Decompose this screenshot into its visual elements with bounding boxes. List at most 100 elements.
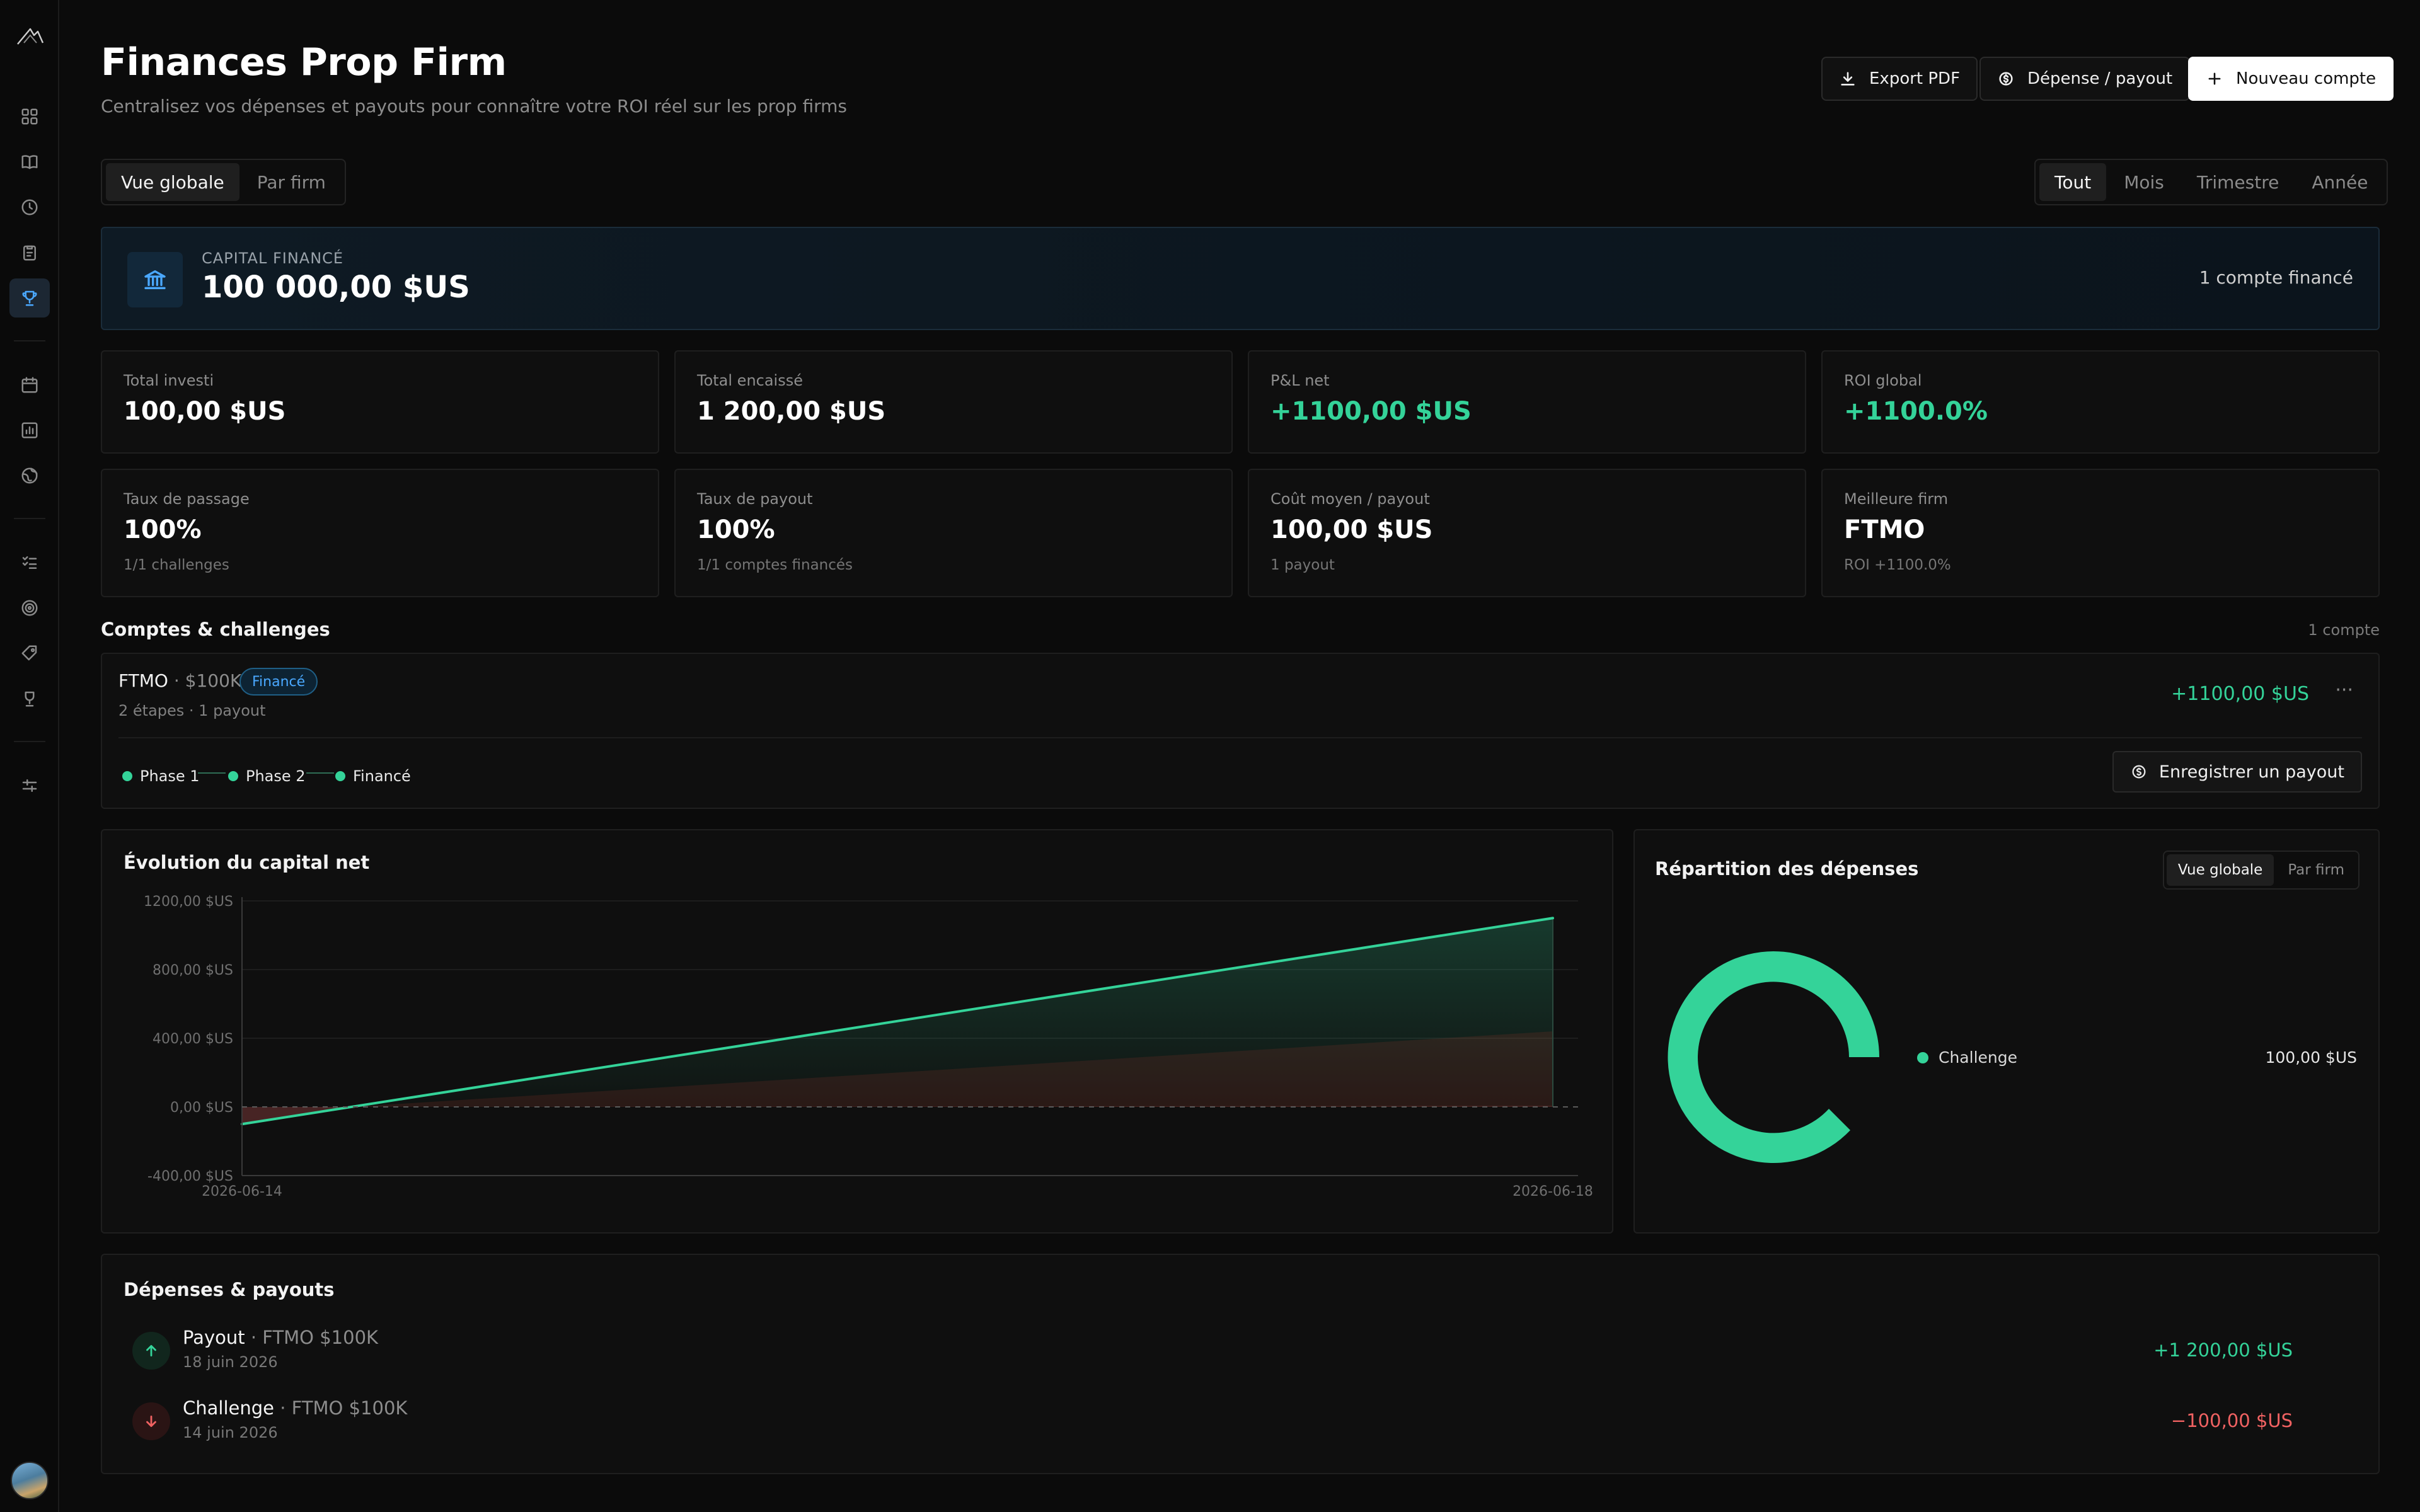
stat-global-roi: ROI global +1100.0%	[1821, 350, 2380, 454]
tab-global-view[interactable]: Vue globale	[106, 163, 239, 201]
account-card[interactable]: FTMO · $100K Financé 2 étapes · 1 payout…	[101, 653, 2380, 809]
phase-label: Financé	[353, 767, 411, 785]
tab-period-all[interactable]: Tout	[2039, 163, 2107, 201]
target-icon	[21, 600, 38, 616]
transaction-date: 14 juin 2026	[183, 1424, 278, 1441]
sidebar-item-analytics[interactable]	[9, 411, 50, 450]
tab-period-year[interactable]: Année	[2296, 163, 2383, 201]
export-pdf-label: Export PDF	[1869, 69, 1961, 88]
transaction-title: Payout · FTMO $100K	[183, 1327, 378, 1348]
transaction-account: · FTMO $100K	[274, 1397, 408, 1419]
sidebar-item-history[interactable]	[9, 188, 50, 227]
bar-chart-icon	[21, 422, 38, 438]
period-toggle: Tout Mois Trimestre Année	[2034, 159, 2388, 205]
tab-by-firm[interactable]: Par firm	[242, 163, 341, 201]
sidebar-item-markets[interactable]	[9, 456, 50, 495]
transaction-title: Challenge · FTMO $100K	[183, 1397, 407, 1419]
sidebar-divider	[14, 518, 45, 519]
funded-count: 1 compte financé	[2199, 267, 2353, 288]
stat-sub: ROI +1100.0%	[1844, 557, 1951, 573]
payout-in-icon	[132, 1332, 170, 1370]
new-account-button[interactable]: Nouveau compte	[2188, 57, 2394, 101]
legend-value: 100,00 $US	[2265, 1048, 2358, 1067]
sidebar-item-calendar[interactable]	[9, 365, 50, 404]
book-icon	[21, 155, 38, 169]
stat-value: 100%	[697, 515, 775, 544]
more-options-button[interactable]: ···	[2335, 679, 2353, 701]
tag-icon	[21, 645, 37, 661]
grid-icon	[21, 108, 38, 125]
capital-label: CAPITAL FINANCÉ	[202, 249, 344, 267]
legend-dot	[1917, 1051, 1928, 1063]
sidebar-item-journal[interactable]	[9, 142, 50, 181]
donut-chart	[1668, 951, 1879, 1163]
y-tick-label: -400,00 $US	[147, 1169, 233, 1184]
stat-avg-cost-per-payout: Coût moyen / payout 100,00 $US 1 payout	[1248, 469, 1806, 597]
clipboard-icon	[23, 245, 36, 261]
stat-net-pnl: P&L net +1100,00 $US	[1248, 350, 1806, 454]
sidebar-item-goals[interactable]	[9, 588, 50, 627]
stat-value: 100,00 $US	[1270, 515, 1433, 544]
record-payout-button[interactable]: Enregistrer un payout	[2112, 751, 2362, 793]
stat-label: Coût moyen / payout	[1270, 490, 1430, 508]
stat-sub: 1/1 challenges	[124, 557, 229, 573]
status-badge: Financé	[239, 668, 318, 696]
y-tick-label: 400,00 $US	[153, 1031, 233, 1047]
stat-sub: 1 payout	[1270, 557, 1335, 573]
phase-connector	[198, 772, 226, 774]
sidebar-divider	[14, 340, 45, 341]
tab-period-quarter[interactable]: Trimestre	[2182, 163, 2294, 201]
bank-icon	[144, 270, 166, 289]
sidebar-item-achievements[interactable]	[9, 679, 50, 718]
phase-dot	[122, 771, 132, 781]
capital-value: 100 000,00 $US	[202, 270, 470, 305]
award-icon	[25, 691, 35, 707]
coin-icon	[2132, 765, 2146, 779]
x-tick-label: 2026-06-14	[202, 1184, 282, 1200]
new-account-label: Nouveau compte	[2236, 69, 2377, 88]
stat-sub: 1/1 comptes financés	[697, 557, 853, 573]
transaction-amount: −100,00 $US	[2170, 1410, 2293, 1431]
donut-tab-global[interactable]: Vue globale	[2166, 854, 2274, 886]
sidebar-item-checklist[interactable]	[9, 543, 50, 582]
sidebar-divider	[14, 741, 45, 742]
logo-icon[interactable]	[15, 24, 44, 49]
export-pdf-button[interactable]: Export PDF	[1821, 57, 1978, 101]
stat-label: P&L net	[1270, 372, 1330, 389]
donut-tab-by-firm[interactable]: Par firm	[2276, 854, 2356, 886]
sidebar-item-prop-firm[interactable]	[9, 278, 50, 318]
x-tick-label: 2026-06-18	[1512, 1184, 1593, 1200]
account-name: FTMO · $100K	[118, 670, 241, 691]
stat-best-firm: Meilleure firm FTMO ROI +1100.0%	[1821, 469, 2380, 597]
phase-label: Phase 2	[246, 767, 306, 785]
sidebar	[0, 0, 59, 1512]
donut-slice-challenge[interactable]	[1668, 951, 1879, 1163]
stat-total-cashed: Total encaissé 1 200,00 $US	[674, 350, 1233, 454]
sidebar-item-tags[interactable]	[9, 634, 50, 673]
expense-payout-label: Dépense / payout	[2027, 69, 2173, 88]
sidebar-item-dashboard[interactable]	[9, 97, 50, 136]
stat-pass-rate: Taux de passage 100% 1/1 challenges	[101, 469, 659, 597]
divider	[118, 737, 2362, 738]
transaction-type: Challenge	[183, 1397, 274, 1419]
stat-label: Total encaissé	[697, 372, 803, 389]
clock-icon	[21, 199, 38, 215]
page-subtitle: Centralisez vos dépenses et payouts pour…	[101, 96, 847, 117]
expense-out-icon	[132, 1402, 170, 1440]
transaction-account: · FTMO $100K	[245, 1327, 379, 1348]
download-icon	[1841, 72, 1855, 86]
phase-dot	[228, 771, 238, 781]
stat-payout-rate: Taux de payout 100% 1/1 comptes financés	[674, 469, 1233, 597]
sidebar-item-settings[interactable]	[9, 766, 50, 805]
stat-value: 1 200,00 $US	[697, 397, 886, 426]
legend-item-challenge: Challenge	[1917, 1048, 2017, 1067]
legend-label: Challenge	[1939, 1048, 2017, 1067]
tab-period-month[interactable]: Mois	[2109, 163, 2179, 201]
stat-label: Meilleure firm	[1844, 490, 1949, 508]
stat-label: ROI global	[1844, 372, 1922, 389]
avatar[interactable]	[11, 1462, 49, 1499]
accounts-section-title: Comptes & challenges	[101, 619, 330, 640]
expense-payout-button[interactable]: Dépense / payout	[1979, 57, 2191, 101]
arrow-down-icon	[146, 1416, 156, 1427]
sidebar-item-notes[interactable]	[9, 233, 50, 272]
